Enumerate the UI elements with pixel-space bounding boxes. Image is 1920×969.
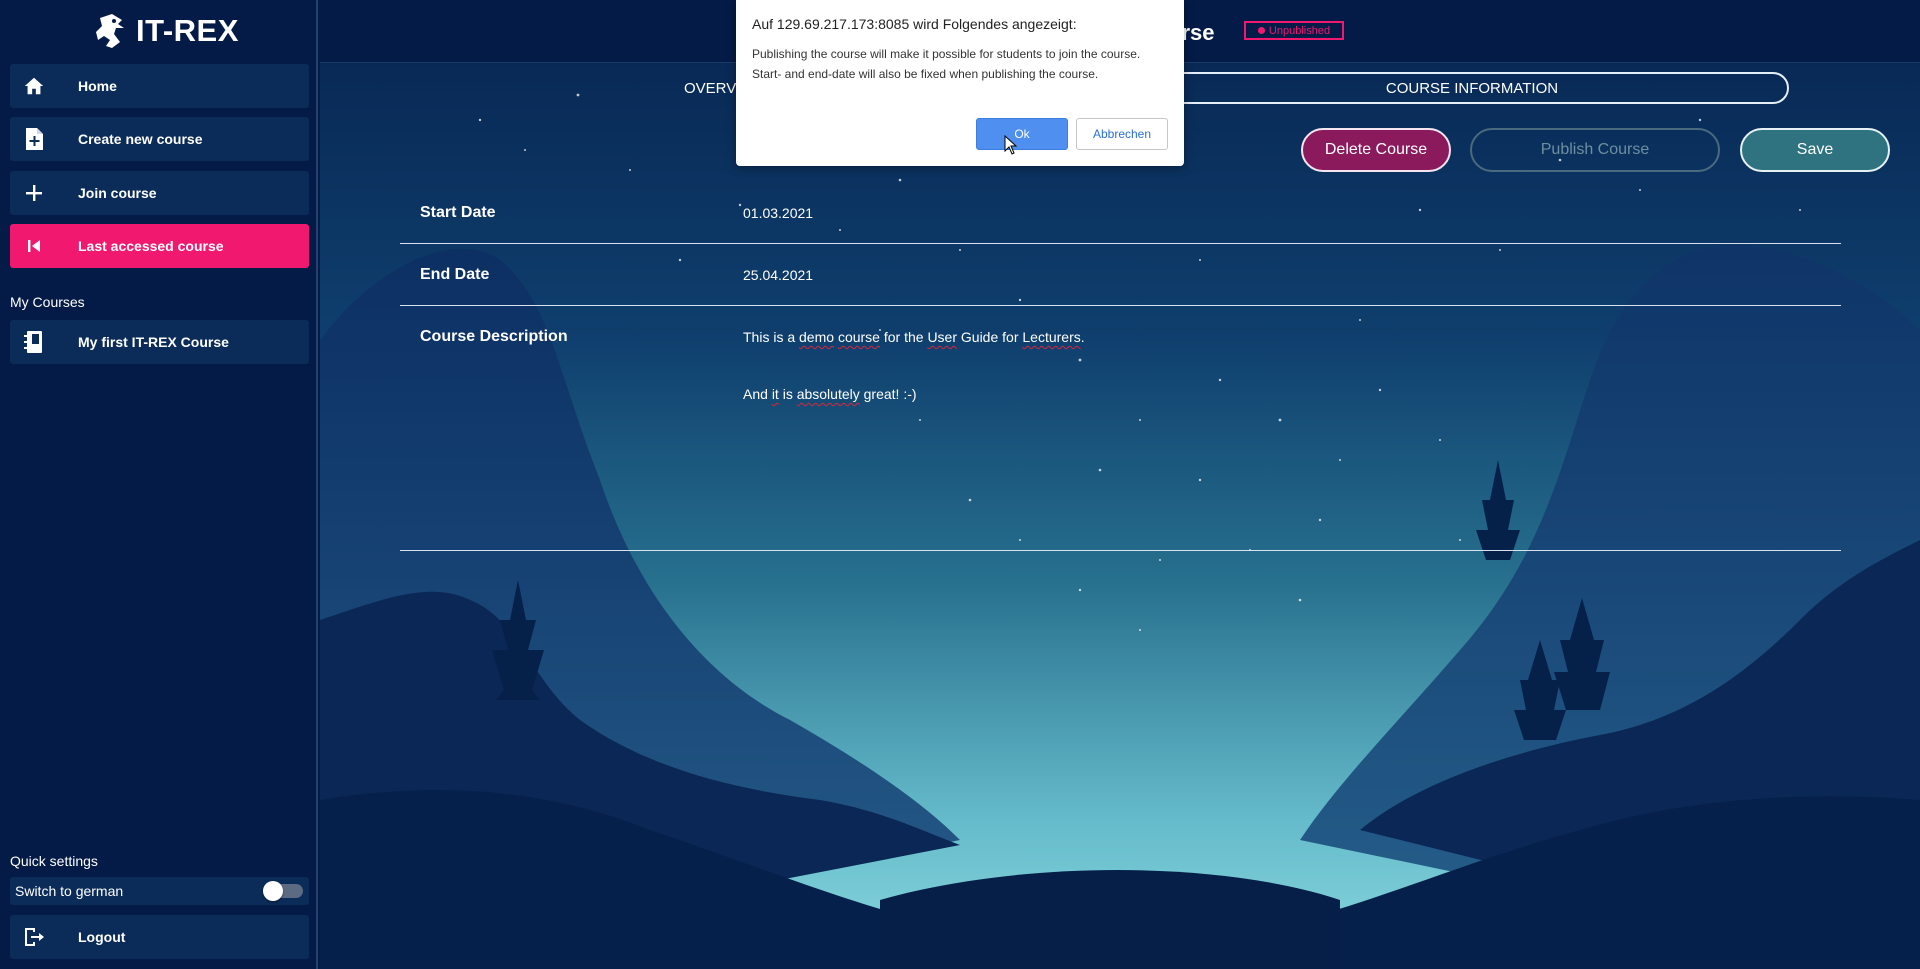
sidebar-item-last-accessed-course[interactable]: Last accessed course	[10, 224, 309, 268]
status-dot-icon	[1257, 27, 1265, 34]
start-date-label: Start Date	[420, 204, 496, 221]
text-run: And	[743, 386, 772, 402]
delete-course-button[interactable]: Delete Course	[1301, 128, 1451, 172]
start-date-value[interactable]: 01.03.2021	[743, 205, 813, 221]
logout-label: Logout	[78, 929, 126, 945]
sidebar-item-label: Home	[78, 78, 117, 94]
home-icon	[12, 64, 56, 108]
save-button[interactable]: Save	[1740, 128, 1890, 172]
language-toggle[interactable]	[263, 881, 303, 901]
sidebar: IT-REX Home Create new course Join cours…	[0, 0, 318, 969]
course-description-line1[interactable]: This is a demo course for the User Guide…	[743, 329, 1085, 345]
divider	[400, 550, 1841, 551]
file-plus-icon	[12, 117, 56, 161]
divider	[400, 305, 1841, 306]
spellcheck-word: absolutely	[796, 386, 860, 402]
sidebar-item-label: Last accessed course	[78, 238, 224, 254]
text-run: for the	[879, 329, 928, 345]
end-date-label: End Date	[420, 266, 490, 283]
dialog-ok-button[interactable]: Ok	[976, 118, 1068, 150]
status-badge: Unpublished	[1244, 21, 1344, 40]
sidebar-item-join-course[interactable]: Join course	[10, 171, 309, 215]
sidebar-item-label: Join course	[78, 185, 157, 201]
publish-course-button[interactable]: Publish Course	[1470, 128, 1720, 172]
text-run: .	[1080, 329, 1085, 345]
logout-button[interactable]: Logout	[10, 915, 309, 959]
course-description-line2[interactable]: And it is absolutely great! :-)	[743, 386, 917, 402]
logout-icon	[12, 915, 56, 959]
language-switch-label: Switch to german	[15, 883, 124, 899]
sidebar-item-home[interactable]: Home	[10, 64, 309, 108]
plus-icon	[12, 171, 56, 215]
spellcheck-word: Lecturers	[1022, 329, 1081, 345]
text-run: is	[778, 386, 797, 402]
dialog-title: Auf 129.69.217.173:8085 wird Folgendes a…	[752, 16, 1077, 32]
spellcheck-word: course	[837, 329, 880, 345]
mouse-cursor-icon	[1004, 135, 1018, 155]
text-run: great! :-)	[859, 386, 917, 402]
tab-course-information[interactable]: COURSE INFORMATION	[1155, 72, 1789, 104]
dialog-cancel-button[interactable]: Abbrechen	[1076, 118, 1168, 150]
spellcheck-word: it	[771, 386, 779, 402]
toggle-knob	[263, 881, 283, 901]
spellcheck-word: User	[927, 329, 957, 345]
app-logo[interactable]: IT-REX	[92, 10, 239, 52]
sidebar-item-label: Create new course	[78, 131, 203, 147]
divider	[400, 243, 1841, 244]
spellcheck-word: demo	[799, 329, 835, 345]
language-switch-row[interactable]: Switch to german	[10, 877, 309, 905]
sidebar-item-create-course[interactable]: Create new course	[10, 117, 309, 161]
confirm-dialog: Auf 129.69.217.173:8085 wird Folgendes a…	[736, 0, 1184, 166]
status-badge-label: Unpublished	[1268, 24, 1331, 37]
end-date-value[interactable]: 25.04.2021	[743, 267, 813, 283]
dialog-message: Publishing the course will make it possi…	[752, 47, 1141, 81]
sidebar-item-label: My first IT-REX Course	[78, 334, 229, 350]
course-description-label: Course Description	[420, 328, 568, 345]
text-run: This is a	[743, 329, 800, 345]
my-courses-heading: My Courses	[10, 294, 85, 310]
sidebar-item-course[interactable]: My first IT-REX Course	[10, 320, 309, 364]
quick-settings-heading: Quick settings	[10, 853, 98, 869]
tab-overview[interactable]: OVERVI	[684, 80, 740, 97]
dino-logo-icon	[96, 14, 124, 48]
skip-back-icon	[12, 224, 56, 268]
notebook-icon	[12, 320, 56, 364]
text-run: Guide for	[957, 329, 1023, 345]
app-name: IT-REX	[136, 13, 239, 48]
